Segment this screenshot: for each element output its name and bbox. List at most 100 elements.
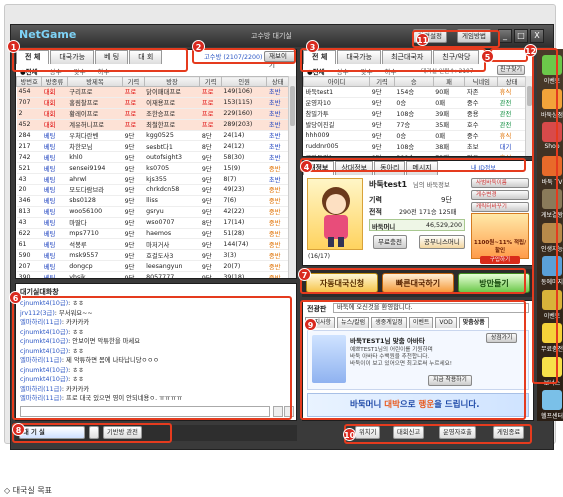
user-row[interactable]: 바둑test1 9단 154승 90패 자존 휴식 (303, 86, 526, 98)
room-row[interactable]: 20 베팅 모도다람브라 9단 chrkdcn58 9단 49(23) 중반 (16, 184, 289, 196)
room-row[interactable]: 217 베팅 차한모님 9단 sesbt다1 8단 24(12) 초반 (16, 140, 289, 153)
room-col-header[interactable]: 기력 (199, 76, 222, 87)
room-row[interactable]: 2 대회 황레이프로 프로 조한승프로 프로 229(160) 초반 (16, 108, 289, 120)
room-cell: 9단 (122, 249, 145, 262)
room-col-header[interactable]: 상태 (266, 76, 289, 87)
ad-box[interactable]: 1100원~11% 적립/할인 구입하기 (471, 213, 529, 264)
user-col-header[interactable]: 아이디 (303, 76, 371, 87)
room-cell: 9단 (199, 238, 222, 251)
room-cell: 813 (16, 206, 42, 218)
user-col-header[interactable]: 승 (393, 76, 434, 87)
user-row[interactable]: 발당이진길 9단 77승 35패 호수 관전 (303, 119, 526, 131)
room-row[interactable]: 284 베팅 우처다란벤 9단 kgg0525 8단 24(14) 초반 (16, 130, 289, 142)
user-cell: 9단 (369, 130, 395, 142)
user-row[interactable]: 참밀가투 9단 108승 39패 중용 관전 (303, 108, 526, 120)
user-col-header[interactable]: 패 (432, 76, 466, 87)
room-row[interactable]: 390베팅yhsik9단80577779단39(18)중반 (16, 271, 289, 278)
user-row[interactable]: 운영자10 9단 0승 0패 중수 관전 (303, 97, 526, 109)
money-row: 바둑머니 46,529,200 (369, 219, 465, 231)
sidebar-item-10[interactable]: 헬프센터 (539, 388, 563, 421)
room-row[interactable]: 707 대회 홍림찰프로 프로 이재용프로 프로 153(115) 초반 (16, 97, 289, 109)
room-cell: 9단 (199, 173, 222, 186)
user-cell: 300승 (394, 151, 434, 156)
room-cell: 7(6) (221, 195, 267, 207)
room-cell: 프로 (199, 119, 222, 131)
room-cell: 8단 (199, 217, 222, 229)
room-cell: 베팅 (41, 140, 68, 153)
user-row[interactable]: hhh009 9단 0승 0패 중수 휴식 (303, 130, 526, 142)
room-row[interactable]: 43 베팅 마딸다 9단 wso0707 8단 17(14) 중반 (16, 217, 289, 229)
change-character-button[interactable]: 캐릭터바꾸기 (471, 202, 529, 212)
room-row[interactable]: 742 베팅 khl0 9단 outofsight3 9단 58(30) 초반 (16, 151, 289, 164)
profile-panel: 내정보 상대정보 동아리 메시지 내 ID정보 (16/17) 바둑test1 … (302, 160, 534, 266)
room-cell: 9단 (199, 151, 222, 164)
room-row[interactable]: 590 베팅 msk9557 9단 호걸도사3 9단 3(3) 중반 (16, 249, 289, 262)
user-cell: 77승 (394, 119, 434, 131)
marker-4: 4 (300, 160, 313, 173)
user-cell: 발당이진길 (303, 119, 370, 131)
highlight-1 (12, 48, 188, 72)
room-cell: 8단 (199, 130, 222, 142)
room-row[interactable]: 43 베팅 ahrwl 9단 kjs355 9단 8(7) 초반 (16, 173, 289, 186)
room-cell: 8(7) (221, 173, 267, 186)
room-cell: 9단 (122, 260, 145, 273)
room-cell: 20 (16, 184, 42, 196)
room-cell: 대회 (41, 119, 68, 131)
maximize-button[interactable]: □ (514, 29, 528, 43)
user-cell: 0승 (394, 97, 434, 109)
room-cell: ks0705 (144, 162, 200, 175)
teacher-button[interactable]: 사범바둑이름 (471, 178, 529, 188)
user-cell: 108승 (394, 108, 434, 120)
user-col-header[interactable]: 상태 (497, 76, 526, 87)
room-cell: 프로 (199, 97, 222, 109)
room-row[interactable]: 813 베팅 woo56100 9단 gsryu 9단 42(22) 중반 (16, 206, 289, 218)
room-row[interactable]: 207 베팅 dongcp 9단 leesangyun 9단 20(7) 중반 (16, 260, 289, 273)
room-row[interactable]: 346 베팅 sbs0128 9단 lliss 9단 7(6) 중반 (16, 195, 289, 207)
room-row[interactable]: 452 대회 계유허니프로 프로 최철한프로 프로 289(203) 초반 (16, 119, 289, 131)
room-row[interactable]: 521 베팅 sensei9194 9단 ks0705 9단 15(9) 중반 (16, 162, 289, 175)
room-scrollbar[interactable] (288, 76, 296, 278)
room-col-header[interactable]: 인원 (220, 76, 268, 87)
room-cell: 39(18) (221, 271, 267, 278)
room-cell: 프로 (199, 86, 222, 98)
room-cell: 2 (16, 108, 42, 120)
room-cell: leesangyun (144, 260, 200, 273)
room-cell: 9단 (122, 228, 145, 240)
find-friend-button[interactable]: 친구찾기 (497, 65, 526, 75)
room-col-header[interactable]: 방제목 (66, 76, 124, 87)
change-rank-button[interactable]: 게수변경 (471, 190, 529, 200)
room-row[interactable]: 454 대회 구리프로 프로 닭이패대프로 프로 149(106) 초반 (16, 86, 289, 98)
room-cell: 베팅 (41, 195, 68, 207)
room-cell: 9단 (199, 184, 222, 196)
room-cell: 초반 (266, 151, 289, 164)
room-cell: 계유허니프로 (67, 119, 123, 131)
user-col-header[interactable]: 닉네임 (464, 76, 499, 87)
room-col-header[interactable]: 기력 (122, 76, 145, 87)
minimize-button[interactable]: _ (498, 29, 512, 43)
room-cell: 217 (16, 140, 42, 153)
room-cell: 15(9) (221, 162, 267, 175)
user-row[interactable]: ruddnr005 9단 108승 38패 초보 대기 (303, 140, 526, 153)
room-row[interactable]: 61 베팅 석봉루 9단 마저거사 9단 144(74) 중반 (16, 238, 289, 251)
room-cell: sensei9194 (67, 162, 123, 175)
room-cell: 149(106) (221, 86, 267, 98)
user-row[interactable]: 고파들리19단300승73패자유휴식 (303, 151, 526, 156)
room-cell: 마저거사 (144, 238, 200, 251)
highlight-4 (300, 158, 526, 172)
free-charge-button[interactable]: 무료충전 (373, 235, 407, 249)
room-col-header[interactable]: 방종류 (41, 76, 68, 87)
user-cell: 35패 (433, 119, 465, 131)
room-cell: 43 (16, 217, 42, 229)
room-cell: 24(12) (221, 140, 267, 153)
marker-12: 12 (524, 44, 537, 57)
close-button[interactable]: X (530, 29, 544, 43)
user-col-header[interactable]: 기력 (369, 76, 395, 87)
highlight-8 (12, 423, 172, 443)
room-col-header[interactable]: 방번호 (16, 76, 43, 87)
footer-link[interactable]: ◇ 대국실 목표 (4, 485, 52, 496)
shop-money-button[interactable]: 공부니스머니 (419, 235, 465, 249)
room-col-header[interactable]: 방장 (143, 76, 201, 87)
ad-buy-button[interactable]: 구입하기 (480, 256, 520, 264)
room-cell: 모도다람브라 (67, 184, 123, 196)
room-row[interactable]: 622 베팅 mps7710 9단 haemos 9단 51(28) 중반 (16, 228, 289, 240)
